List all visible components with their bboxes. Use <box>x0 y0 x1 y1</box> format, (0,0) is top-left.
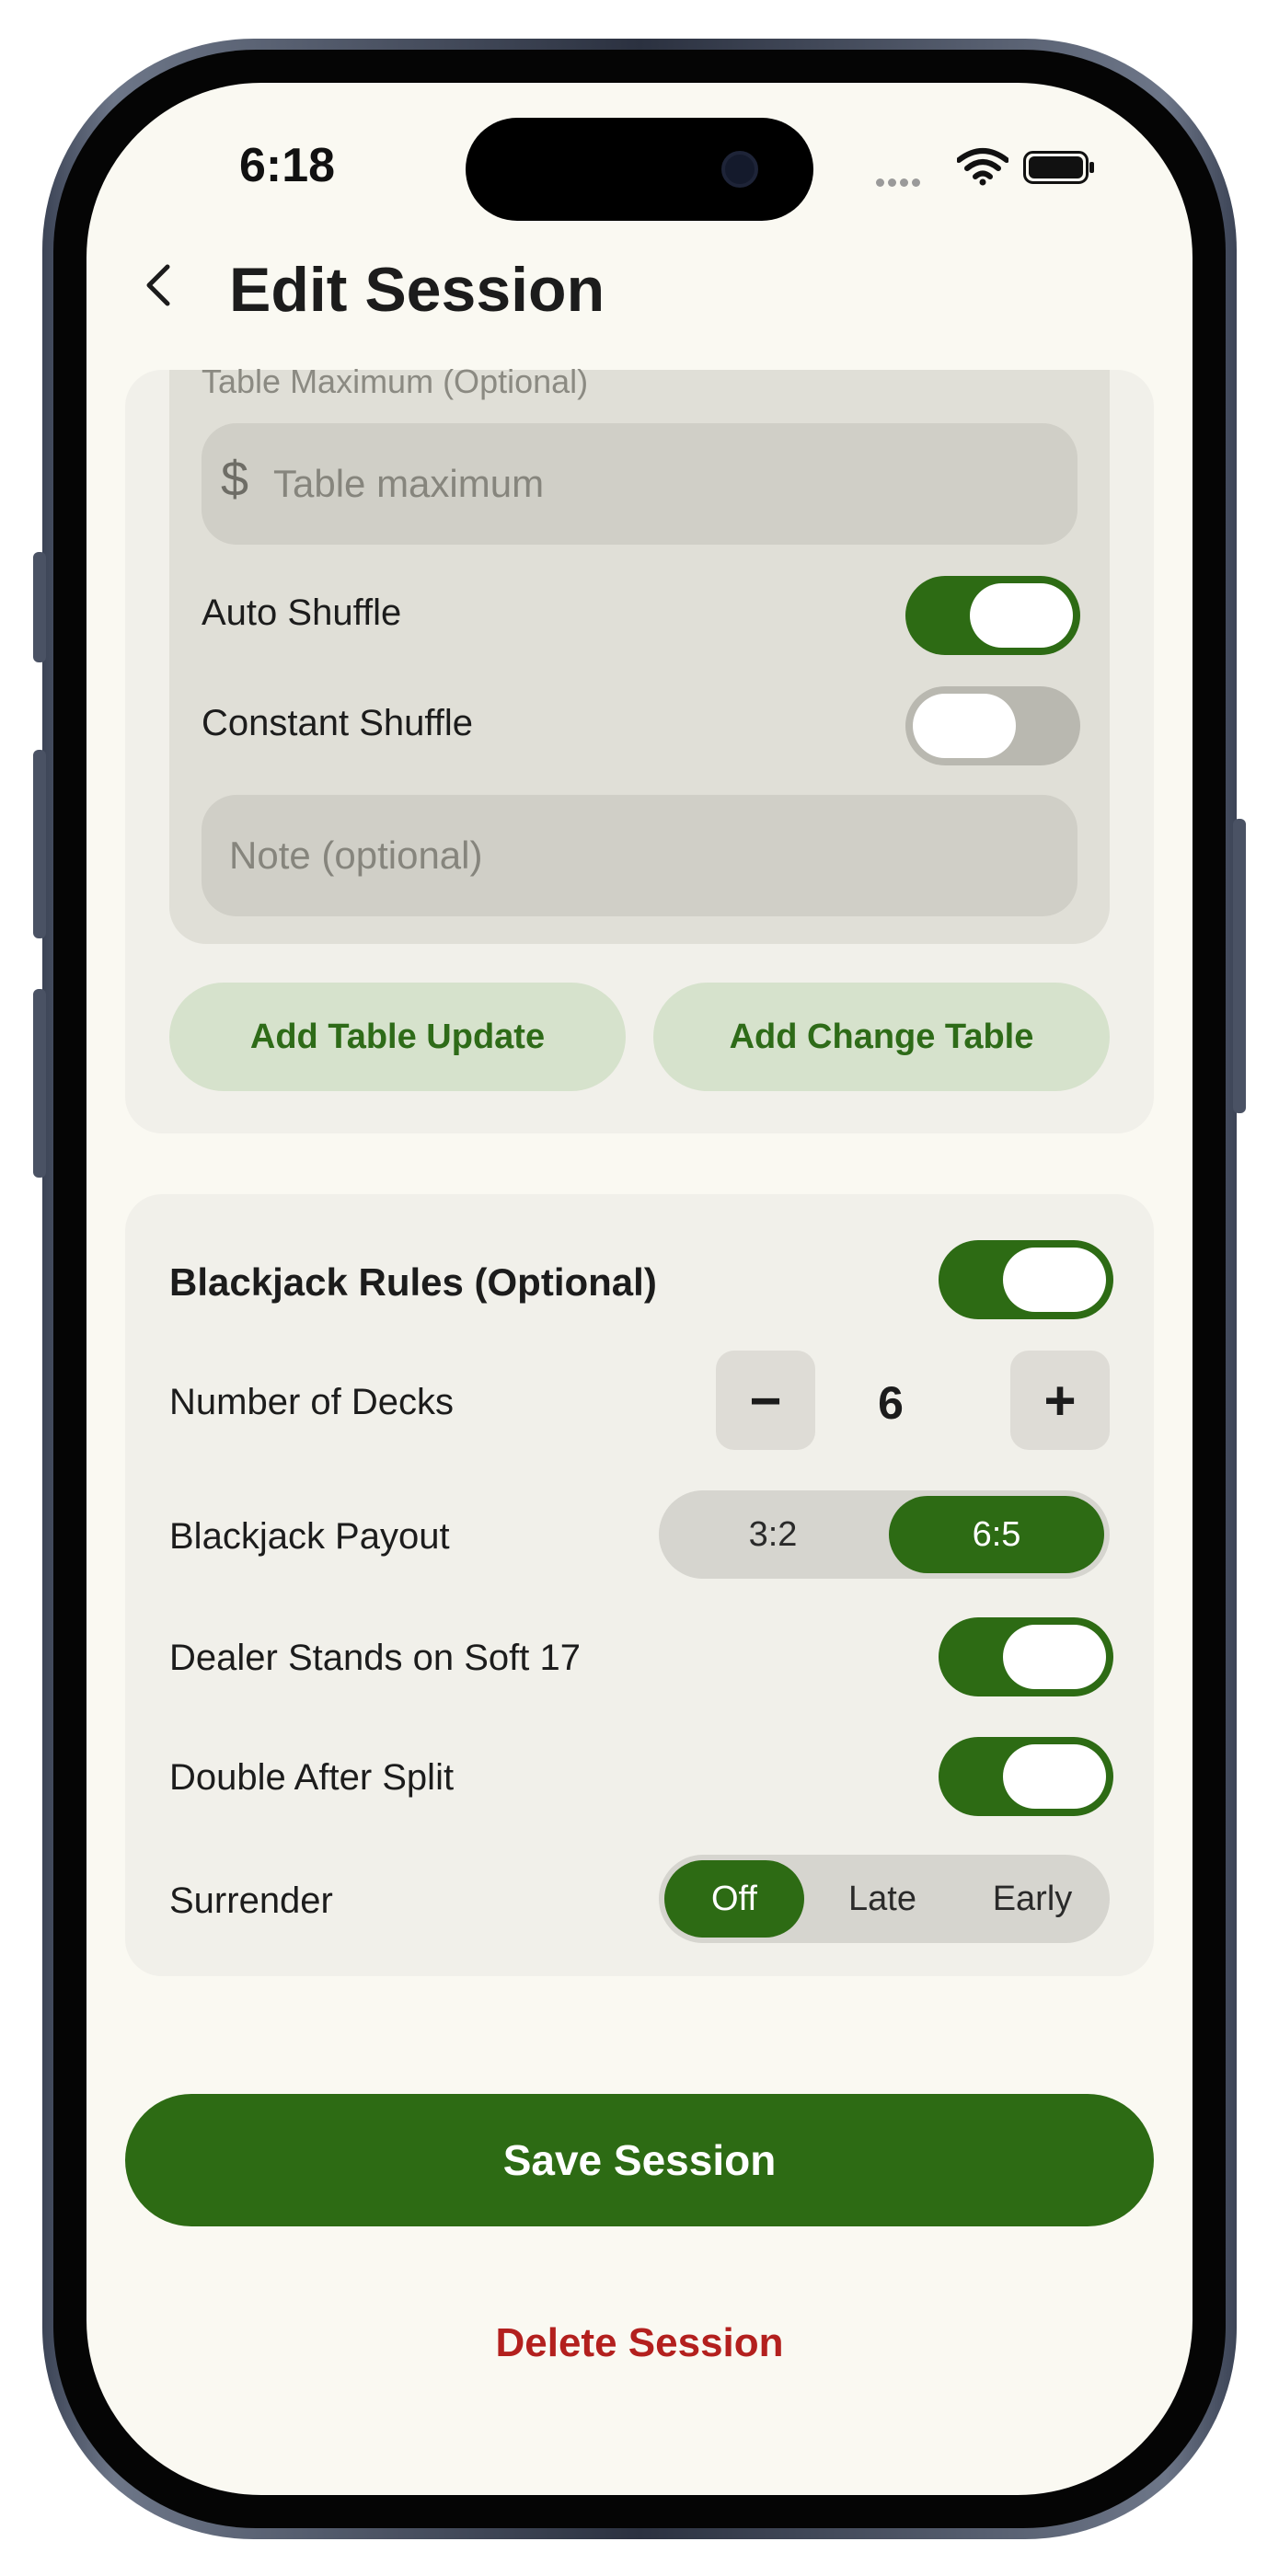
surrender-segmented-control: Off Late Early <box>659 1855 1110 1943</box>
currency-symbol: $ <box>221 452 249 507</box>
surrender-option-late[interactable]: Late <box>812 1860 953 1938</box>
table-max-input[interactable] <box>202 423 1077 545</box>
front-camera <box>721 151 758 188</box>
soft17-label: Dealer Stands on Soft 17 <box>169 1638 581 1678</box>
add-change-table-button[interactable]: Add Change Table <box>653 983 1110 1091</box>
volume-up-button <box>33 750 46 938</box>
das-toggle[interactable] <box>939 1737 1113 1816</box>
decks-label: Number of Decks <box>169 1382 454 1422</box>
toggle-knob <box>1003 1625 1106 1689</box>
toggle-knob <box>970 583 1073 648</box>
constant-shuffle-toggle[interactable] <box>905 686 1080 765</box>
toggle-knob <box>1003 1744 1106 1809</box>
dynamic-island <box>466 118 813 221</box>
payout-segmented-control: 3:2 6:5 <box>659 1490 1110 1579</box>
add-table-update-button[interactable]: Add Table Update <box>169 983 626 1091</box>
payout-option-3-2[interactable]: 3:2 <box>664 1496 881 1573</box>
chevron-left-icon[interactable] <box>133 258 188 313</box>
payout-label: Blackjack Payout <box>169 1516 450 1557</box>
rules-enabled-toggle[interactable] <box>939 1240 1113 1319</box>
app-screen: 6:18 Edit Session Table Maximum (Optiona… <box>86 83 1193 2495</box>
cellular-signal-icon <box>876 175 924 191</box>
volume-down-button <box>33 989 46 1178</box>
toggle-knob <box>1003 1248 1106 1312</box>
constant-shuffle-label: Constant Shuffle <box>202 703 474 743</box>
page-title: Edit Session <box>229 255 605 325</box>
surrender-label: Surrender <box>169 1880 333 1921</box>
surrender-option-off[interactable]: Off <box>664 1860 804 1938</box>
toggle-knob <box>913 694 1016 758</box>
note-input[interactable] <box>202 795 1077 916</box>
auto-shuffle-label: Auto Shuffle <box>202 592 402 633</box>
status-time: 6:18 <box>239 139 336 192</box>
battery-icon <box>1023 151 1094 184</box>
decks-increment-button[interactable]: + <box>1010 1351 1110 1450</box>
das-label: Double After Split <box>169 1757 455 1798</box>
decks-decrement-button[interactable]: − <box>716 1351 815 1450</box>
payout-option-6-5[interactable]: 6:5 <box>889 1496 1104 1573</box>
soft17-toggle[interactable] <box>939 1617 1113 1696</box>
delete-session-button[interactable]: Delete Session <box>363 2320 916 2366</box>
power-button <box>1233 819 1246 1113</box>
auto-shuffle-toggle[interactable] <box>905 576 1080 655</box>
decks-value: 6 <box>878 1377 904 1429</box>
action-button <box>33 552 46 662</box>
device-mockup: 6:18 Edit Session Table Maximum (Optiona… <box>0 0 1279 2576</box>
surrender-option-early[interactable]: Early <box>961 1860 1104 1938</box>
table-max-label: Table Maximum (Optional) <box>202 362 589 400</box>
rules-title: Blackjack Rules (Optional) <box>169 1260 657 1304</box>
wifi-icon <box>957 148 1008 186</box>
save-session-button[interactable]: Save Session <box>125 2094 1154 2226</box>
